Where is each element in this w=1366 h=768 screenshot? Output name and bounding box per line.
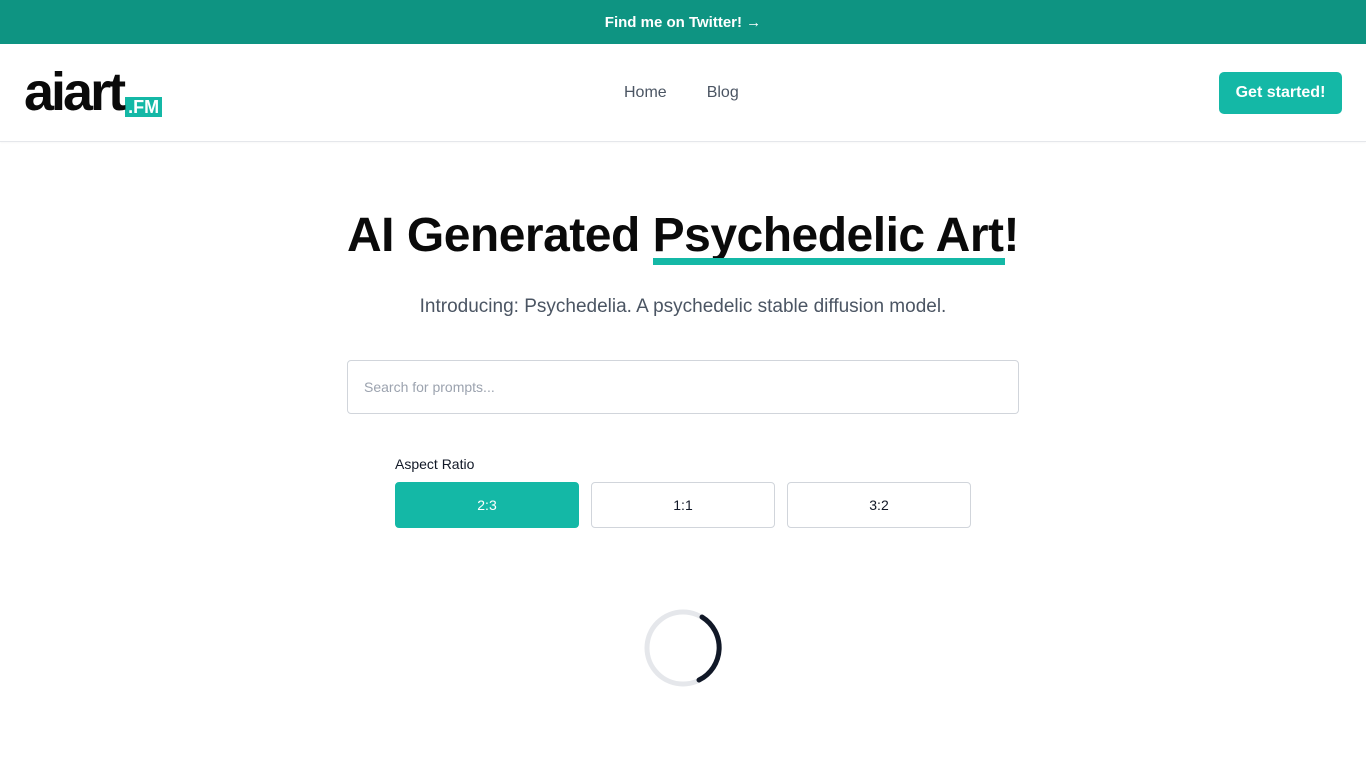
logo[interactable]: aiart .FM	[24, 62, 163, 122]
title-underline	[652, 258, 1005, 265]
page-subtitle: Introducing: Psychedelia. A psychedelic …	[419, 296, 947, 317]
top-navigation: aiart .FM Home Blog Get started!	[0, 44, 1366, 142]
aspect-ratio-label: Aspect Ratio	[395, 456, 475, 472]
aspect-option-3-2[interactable]: 3:2	[787, 482, 971, 528]
title-prefix: AI Generated	[347, 209, 653, 262]
nav-link-home[interactable]: Home	[624, 84, 667, 102]
get-started-button[interactable]: Get started!	[1219, 72, 1342, 114]
aspect-option-1-1[interactable]: 1:1	[591, 482, 775, 528]
aspect-ratio-options: 2:3 1:1 3:2	[395, 482, 971, 528]
page-title: AI Generated Psychedelic Art!	[0, 208, 1366, 265]
nav-link-blog[interactable]: Blog	[707, 84, 739, 102]
logo-tag: .FM	[125, 97, 163, 117]
announcement-bar: Find me on Twitter! →	[0, 0, 1366, 44]
nav-links: Home Blog	[624, 44, 739, 142]
loading-spinner-icon	[643, 608, 723, 688]
logo-wordmark: aiart	[24, 62, 126, 122]
title-highlight-text: Psychedelic Art!	[652, 209, 1020, 262]
search-input[interactable]	[347, 360, 1019, 414]
title-highlight: Psychedelic Art!	[652, 208, 1020, 265]
aspect-option-2-3[interactable]: 2:3	[395, 482, 579, 528]
twitter-link[interactable]: Find me on Twitter! →	[605, 14, 761, 31]
